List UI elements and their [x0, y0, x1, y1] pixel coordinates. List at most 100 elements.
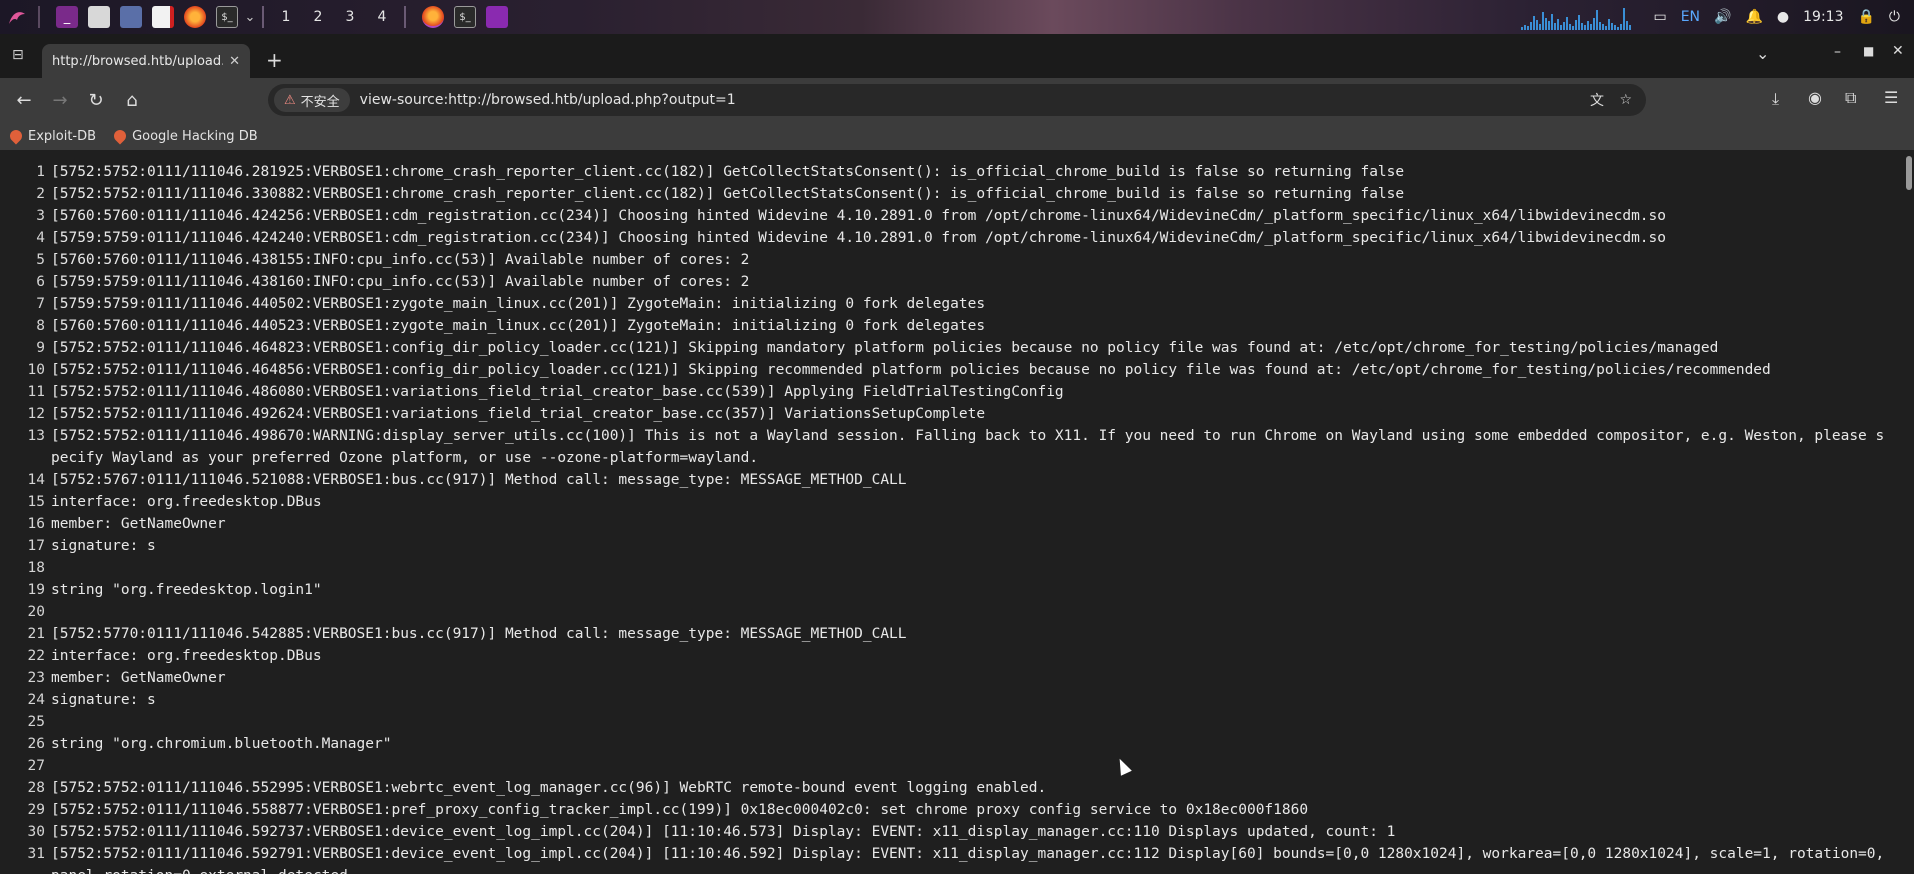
source-line: 17 signature: s: [0, 535, 1914, 557]
graph-bar: [1614, 25, 1617, 30]
lock-icon[interactable]: 🔒: [1857, 9, 1874, 25]
graph-bar: [1533, 16, 1536, 30]
source-line: 18: [0, 557, 1914, 579]
vertical-scrollbar[interactable]: [1906, 156, 1912, 190]
desktop-icon[interactable]: [120, 6, 142, 28]
workspace-2[interactable]: 2: [302, 0, 334, 34]
workspace-4[interactable]: 4: [366, 0, 398, 34]
source-line: 10 [5752:5752:0111/111046.464856:VERBOSE1…: [0, 359, 1914, 381]
power-icon[interactable]: ⏻: [1889, 9, 1900, 25]
reload-button[interactable]: ↻: [78, 84, 114, 116]
line-number: 31: [27, 846, 45, 862]
security-chip-label: 不安全: [300, 94, 340, 110]
line-text: [5759:5759:0111/111046.424240:VERBOSE1:c…: [51, 230, 1667, 246]
view-source-content[interactable]: 1 [5752:5752:0111/111046.281925:VERBOSE1:…: [0, 150, 1914, 874]
address-bar[interactable]: ⚠ 不安全 view-source:http://browsed.htb/upl…: [268, 84, 1646, 116]
tab-list-chevron-icon[interactable]: ⌄: [1756, 44, 1769, 63]
terminal-icon[interactable]: $_: [216, 6, 238, 28]
graph-bar: [1542, 12, 1545, 30]
line-number: 23: [27, 670, 45, 686]
graph-bar: [1611, 23, 1614, 30]
graph-bar: [1626, 21, 1629, 30]
menu-icon[interactable]: ☰: [1884, 88, 1898, 107]
new-tab-button[interactable]: +: [266, 48, 283, 72]
close-window-button[interactable]: ✕: [1892, 43, 1904, 59]
line-number: 4: [36, 230, 45, 246]
notification-bell-icon[interactable]: 🔔: [1745, 9, 1762, 25]
kali-menu-icon[interactable]: [4, 6, 30, 28]
extensions-icon[interactable]: ⧉: [1845, 88, 1856, 108]
source-line: 20: [0, 601, 1914, 623]
graph-bar: [1608, 19, 1611, 30]
terminal-window-icon[interactable]: $_: [454, 6, 476, 28]
line-text: [51, 601, 1891, 623]
line-number: 18: [27, 560, 45, 576]
graph-bar: [1584, 25, 1587, 30]
url-text[interactable]: view-source:http://browsed.htb/upload.ph…: [360, 92, 736, 108]
line-text: [5752:5752:0111/111046.330882:VERBOSE1:c…: [51, 186, 1405, 202]
line-number: 17: [27, 538, 45, 554]
bookmark-google-hacking-db[interactable]: Google Hacking DB: [111, 127, 258, 145]
graph-bar: [1581, 23, 1584, 30]
folder-window-icon[interactable]: [486, 6, 508, 28]
firefox-icon[interactable]: [184, 6, 206, 28]
security-chip[interactable]: ⚠ 不安全: [274, 88, 350, 112]
translate-icon[interactable]: 文: [1590, 90, 1604, 110]
graph-bar: [1569, 24, 1572, 30]
text-editor-icon[interactable]: [152, 6, 174, 28]
line-number: 16: [27, 516, 45, 532]
line-number: 12: [27, 406, 45, 422]
line-text: [5760:5760:0111/111046.440523:VERBOSE1:z…: [51, 318, 986, 334]
source-line: 27: [0, 755, 1914, 777]
file-manager-icon[interactable]: [88, 6, 110, 28]
clock-time[interactable]: 19:13: [1803, 9, 1843, 25]
line-number: 10: [27, 362, 45, 378]
graph-bar: [1623, 8, 1626, 30]
graph-bar: [1554, 23, 1557, 30]
terminal-launcher-icon[interactable]: _: [56, 6, 78, 28]
workspace-1[interactable]: 1: [270, 0, 302, 34]
home-button[interactable]: ⌂: [114, 84, 150, 116]
flame-icon: [7, 127, 25, 145]
source-line: 12 [5752:5752:0111/111046.492624:VERBOSE1…: [0, 403, 1914, 425]
firefox-window-icon[interactable]: [422, 6, 444, 28]
profile-icon[interactable]: ◉: [1808, 88, 1822, 107]
source-line: 5 [5760:5760:0111/111046.438155:INFO:cpu_…: [0, 249, 1914, 271]
graph-bar: [1617, 27, 1620, 30]
back-button[interactable]: ←: [6, 84, 42, 116]
volume-icon[interactable]: 🔊: [1714, 9, 1731, 25]
workspace-3[interactable]: 3: [334, 0, 366, 34]
bookmark-label: Exploit-DB: [28, 128, 97, 144]
taskbar-separator: [262, 6, 264, 28]
bookmark-star-icon[interactable]: ☆: [1619, 92, 1632, 108]
minimize-button[interactable]: –: [1834, 44, 1841, 60]
source-line: 1 [5752:5752:0111/111046.281925:VERBOSE1:…: [0, 161, 1914, 183]
tab-search-icon[interactable]: ⊟: [12, 47, 24, 63]
graph-bar: [1578, 15, 1581, 30]
line-number: 30: [27, 824, 45, 840]
download-icon[interactable]: ⤓: [1772, 89, 1779, 109]
line-number: 9: [36, 340, 45, 356]
graph-bar: [1590, 24, 1593, 30]
source-line: 25: [0, 711, 1914, 733]
graph-bar: [1593, 18, 1596, 30]
display-icon[interactable]: ▭: [1653, 9, 1666, 25]
graph-bar: [1539, 24, 1542, 30]
line-number: 13: [27, 428, 45, 444]
bookmark-exploit-db[interactable]: Exploit-DB: [7, 127, 97, 145]
line-text: [5760:5760:0111/111046.424256:VERBOSE1:c…: [51, 208, 1667, 224]
chevron-down-icon[interactable]: ⌄: [244, 6, 256, 28]
forward-button[interactable]: →: [42, 84, 78, 116]
graph-bar: [1560, 25, 1563, 30]
line-text: [5752:5752:0111/111046.492624:VERBOSE1:v…: [51, 406, 986, 422]
bookmarks-bar: Exploit-DB Google Hacking DB: [0, 122, 1914, 150]
source-lines: 1 [5752:5752:0111/111046.281925:VERBOSE1:…: [0, 150, 1914, 874]
graph-bar: [1557, 19, 1560, 30]
source-line: 23 member: GetNameOwner: [0, 667, 1914, 689]
network-graph: [1521, 4, 1632, 30]
tab-active[interactable]: http://browsed.htb/upload.php ✕: [42, 44, 250, 78]
tab-close-icon[interactable]: ✕: [229, 54, 240, 69]
line-text: [5752:5752:0111/111046.498670:WARNING:di…: [51, 428, 1885, 466]
maximize-button[interactable]: ■: [1863, 44, 1874, 58]
keyboard-layout[interactable]: EN: [1681, 9, 1700, 25]
